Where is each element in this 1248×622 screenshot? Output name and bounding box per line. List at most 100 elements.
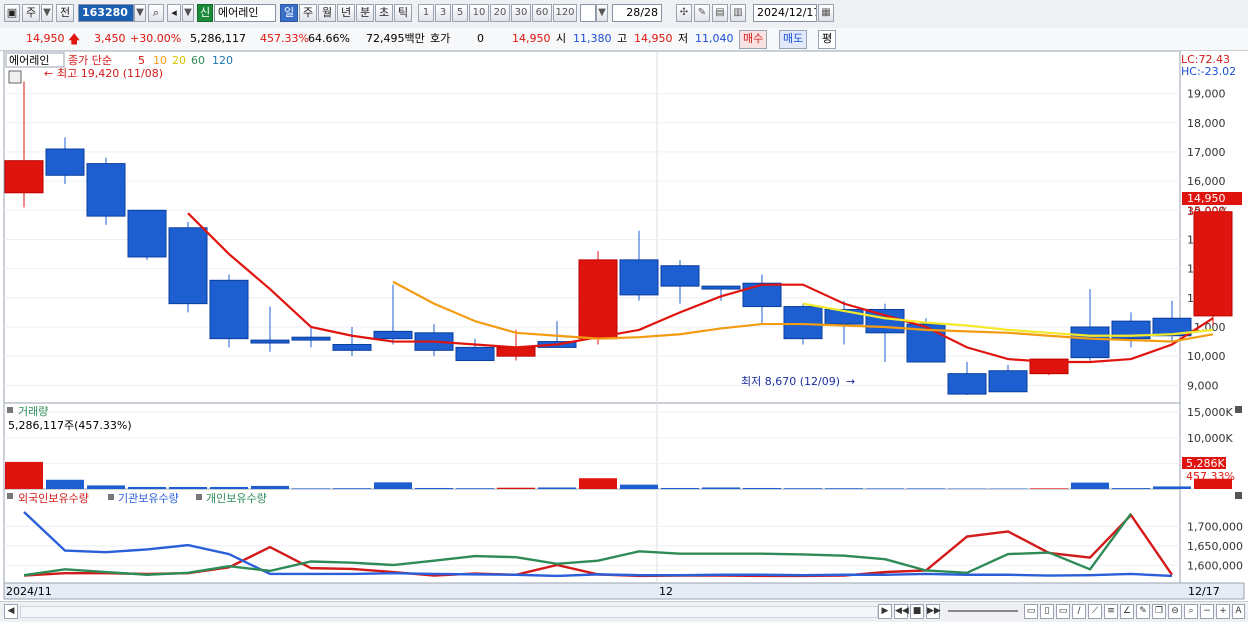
tab-tick[interactable]: 틱 (394, 4, 412, 22)
scroll-left-icon[interactable]: ◀ (4, 604, 18, 619)
pen-icon[interactable]: ✎ (1136, 604, 1150, 619)
rewind-icon[interactable]: ◀◀ (894, 604, 908, 619)
window-icon[interactable]: ▣ (4, 4, 20, 22)
stock-name-field[interactable]: 에어레인 (214, 4, 276, 22)
interval-1[interactable]: 1 (418, 4, 434, 22)
stop-icon[interactable]: ■ (910, 604, 924, 619)
interval-custom-input[interactable] (580, 4, 596, 22)
volume-panel (4, 403, 1180, 489)
candle-body (989, 371, 1027, 392)
buy-button[interactable]: 매수 (739, 30, 767, 49)
layout-icon[interactable]: ▭ (1024, 604, 1038, 619)
price-change: 3,450 (94, 32, 126, 46)
x-label-mid: 12 (659, 585, 673, 598)
x-label-end: 12/17 (1188, 585, 1220, 598)
interval-120[interactable]: 120 (553, 4, 577, 22)
high-label: 고 (617, 32, 627, 46)
ma-prefix: 종가 단순 (68, 54, 112, 67)
angle-tool-icon[interactable]: ∠ (1120, 604, 1134, 619)
interval-20[interactable]: 20 (490, 4, 510, 22)
zoom-icon[interactable]: ⌕ (1184, 604, 1198, 619)
interval-dropdown-chevron-down-icon[interactable]: ▼ (596, 4, 608, 22)
holding-collapse-icon[interactable] (7, 493, 13, 499)
low-price: 11,040 (695, 32, 734, 46)
plus-icon[interactable]: + (1216, 604, 1230, 619)
volume-bar (866, 488, 904, 489)
zoom-slider[interactable] (948, 610, 1018, 612)
forward-icon[interactable]: ▶▶ (926, 604, 940, 619)
candle-body (87, 164, 125, 217)
candle-body (251, 340, 289, 343)
tab-second[interactable]: 초 (375, 4, 393, 22)
last-volume-pct: 457.33% (1186, 470, 1235, 483)
turnover-rate: 64.66% (308, 32, 350, 46)
interval-30[interactable]: 30 (511, 4, 531, 22)
scroll-right-icon[interactable]: ▶ (878, 604, 892, 619)
x-axis-bar (4, 583, 1244, 599)
overlay-icon[interactable]: ▭ (1056, 604, 1070, 619)
search-icon[interactable]: ⌕ (148, 4, 164, 22)
date-input[interactable]: 2024/12/17 (753, 4, 817, 22)
interval-60[interactable]: 60 (532, 4, 552, 22)
speaker-icon[interactable]: ◂ (167, 4, 181, 22)
grid-toggle-icon[interactable] (9, 71, 21, 83)
copy-icon[interactable]: ❐ (1152, 604, 1166, 619)
candle-body (456, 347, 494, 360)
tab-week[interactable]: 주 (299, 4, 317, 22)
sell-button[interactable]: 매도 (779, 30, 807, 49)
split-icon[interactable]: ▯ (1040, 604, 1054, 619)
tab-month[interactable]: 월 (318, 4, 336, 22)
volume-bar (128, 487, 166, 489)
price-tick-label: 16,000 (1187, 175, 1226, 188)
candle-body (661, 266, 699, 286)
trade-amount: 72,495백만 (366, 32, 425, 46)
volume-bar (1153, 486, 1191, 489)
horizontal-scrollbar[interactable] (20, 606, 878, 618)
fibonacci-icon[interactable]: ≡ (1104, 604, 1118, 619)
ma-10-label: 10 (153, 54, 167, 67)
volume-close-icon[interactable] (1235, 406, 1242, 413)
last-pct-label: 30.00% (1187, 205, 1229, 218)
candle-body (292, 337, 330, 340)
holding-panel (4, 489, 1180, 583)
speaker-dropdown-chevron-down-icon[interactable]: ▼ (182, 4, 194, 22)
candle-body (169, 228, 207, 304)
minus-icon[interactable]: − (1200, 604, 1214, 619)
stock-code-input[interactable]: 163280 (78, 4, 134, 22)
calendar-icon[interactable]: ▦ (818, 4, 834, 22)
holding-close-icon[interactable] (1235, 492, 1242, 499)
prev-button[interactable]: 전 (56, 4, 74, 22)
zoom-out-icon[interactable]: ⊖ (1168, 604, 1182, 619)
candle-body (743, 283, 781, 306)
ma-20-label: 20 (172, 54, 186, 67)
save-icon[interactable]: ▤ (712, 4, 728, 22)
price-tick-label: 18,000 (1187, 117, 1226, 130)
high-price: 14,950 (634, 32, 673, 46)
period-main-button[interactable]: 주 (22, 4, 40, 22)
eval-button[interactable]: 평 (818, 30, 836, 49)
holding-tick-label: 1,650,000 (1187, 540, 1243, 553)
print-icon[interactable]: ▥ (730, 4, 746, 22)
draw-tool-icon[interactable]: ✎ (694, 4, 710, 22)
code-dropdown-chevron-down-icon[interactable]: ▼ (134, 4, 146, 22)
font-size-icon[interactable]: A (1232, 604, 1245, 619)
interval-10[interactable]: 10 (469, 4, 489, 22)
volume-collapse-icon[interactable] (7, 407, 13, 413)
candle-body (210, 280, 248, 338)
line-tool-icon[interactable]: ∕ (1072, 604, 1086, 619)
period-dropdown-chevron-down-icon[interactable]: ▼ (41, 4, 53, 22)
count-field[interactable]: 28/28 (612, 4, 662, 22)
interval-5[interactable]: 5 (452, 4, 468, 22)
candle-body (1071, 327, 1109, 358)
legend-sep-icon (196, 494, 202, 500)
low-arrow-icon: → (846, 375, 855, 388)
tab-minute[interactable]: 분 (356, 4, 374, 22)
trend-tool-icon[interactable]: ⟋ (1088, 604, 1102, 619)
tab-day[interactable]: 일 (280, 4, 298, 22)
last-price-label: 14,950 (1187, 192, 1226, 205)
interval-3[interactable]: 3 (435, 4, 451, 22)
tab-year[interactable]: 년 (337, 4, 355, 22)
high-note: 최고 19,420 (11/08) (57, 67, 163, 80)
volume-bar (661, 488, 699, 489)
crosshair-icon[interactable]: ✣ (676, 4, 692, 22)
